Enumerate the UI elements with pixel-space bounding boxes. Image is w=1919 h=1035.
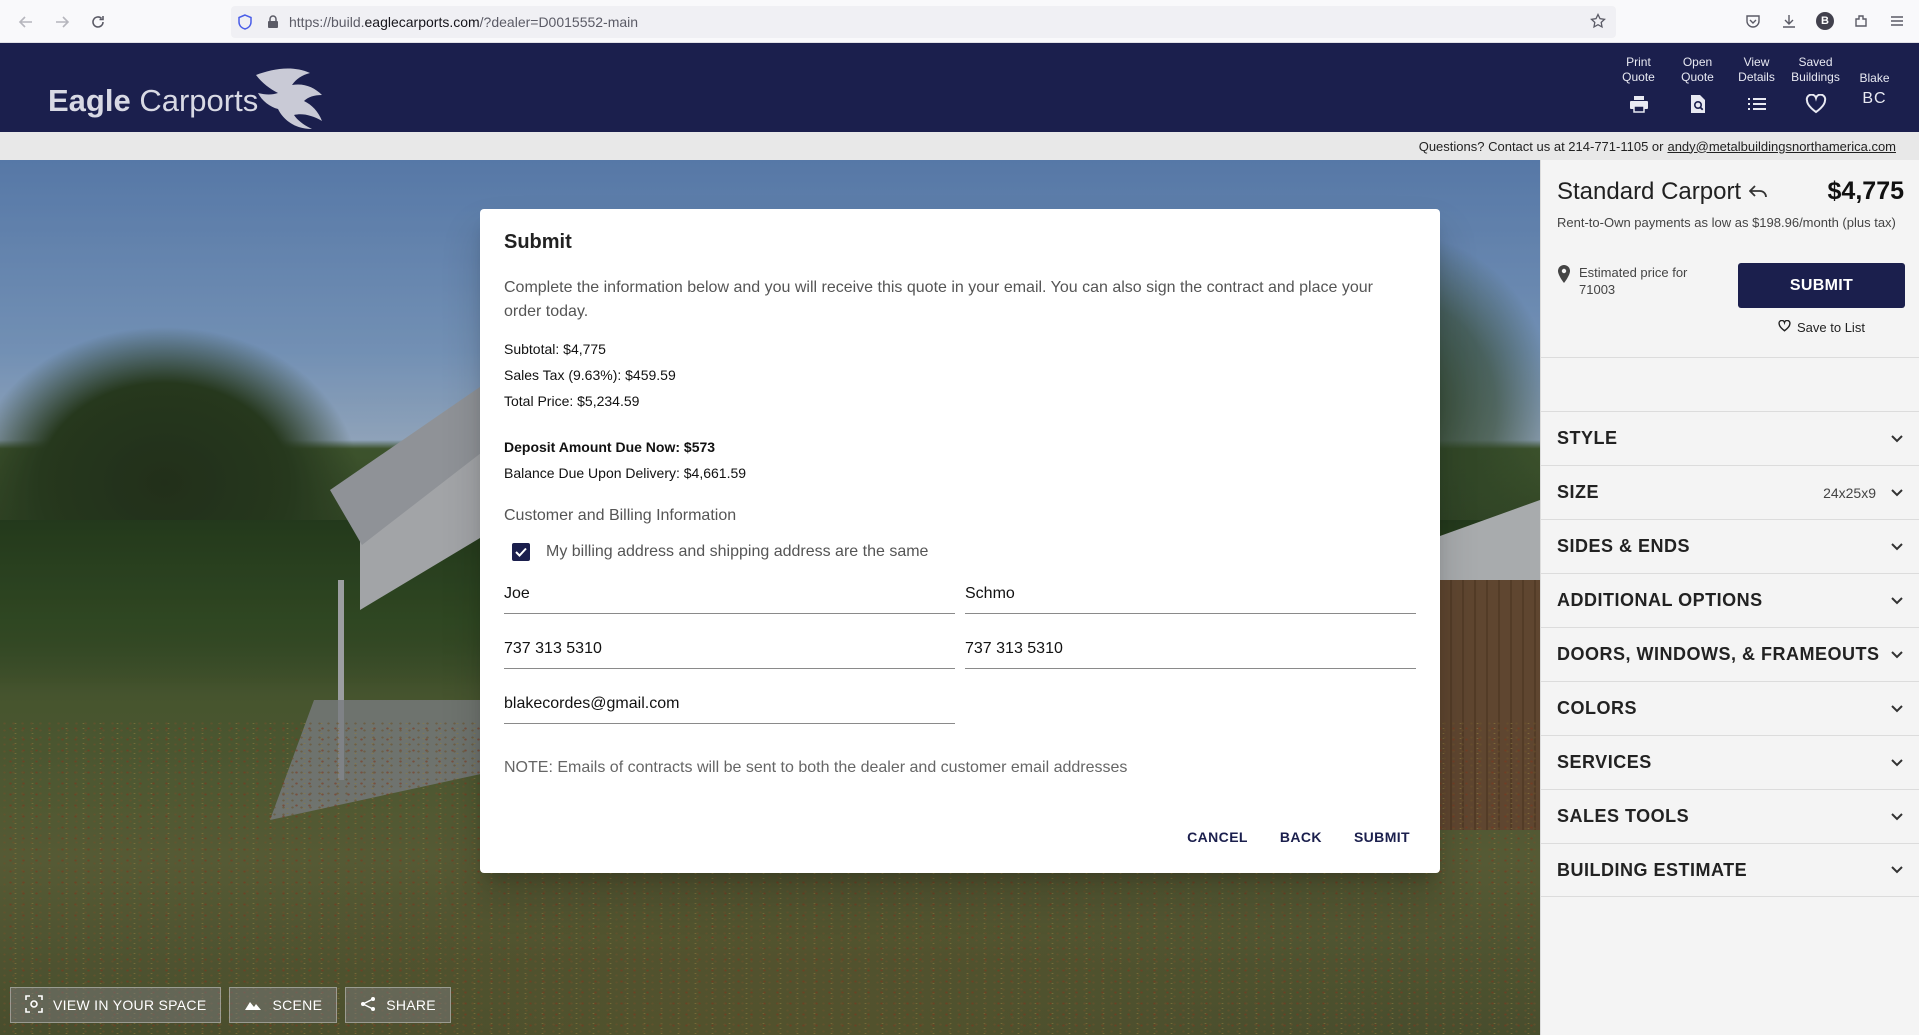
deposit-line: Deposit Amount Due Now: $573 [504,439,716,455]
view-in-your-space-button[interactable]: VIEW IN YOUR SPACE [10,987,222,1023]
sales-tax-line: Sales Tax (9.63%): $459.59 [504,367,676,383]
url-bar[interactable]: https://build.eaglecarports.com/?dealer=… [231,6,1616,38]
view-details-button[interactable]: View Details [1734,54,1779,116]
open-document-icon [1689,92,1707,116]
landscape-icon [244,997,262,1014]
chevron-down-icon [1890,704,1904,713]
bookmark-star-icon[interactable] [1590,12,1606,34]
section-services[interactable]: SERVICES [1541,735,1919,789]
eagle-carports-logo[interactable]: Eagle Carports [48,68,334,133]
billing-section-label: Customer and Billing Information [504,507,737,524]
chevron-down-icon [1890,542,1904,551]
balance-line: Balance Due Upon Delivery: $4,661.59 [504,465,747,481]
shield-icon[interactable] [231,14,259,30]
dialog-intro: Complete the information below and you w… [504,279,1373,320]
rent-to-own-text: Rent-to-Own payments as low as $198.96/m… [1557,215,1896,230]
download-icon[interactable] [1777,8,1801,34]
chevron-down-icon [1890,434,1904,443]
first-name-field[interactable]: Joe [504,585,955,614]
share-icon [360,996,376,1015]
section-size[interactable]: SIZE 24x25x9 [1541,465,1919,519]
heart-outline-icon [1778,319,1791,335]
total-price-line: Total Price: $5,234.59 [504,393,640,409]
email-note: NOTE: Emails of contracts will be sent t… [504,759,1128,776]
product-price: $4,775 [1827,177,1904,205]
pocket-icon[interactable] [1741,8,1765,34]
same-address-label: My billing address and shipping address … [546,543,929,560]
share-button[interactable]: SHARE [345,987,451,1023]
configurator-panel: Standard Carport $4,775 Rent-to-Own paym… [1540,160,1919,1035]
section-additional-options[interactable]: ADDITIONAL OPTIONS [1541,573,1919,627]
dialog-submit-button[interactable]: SUBMIT [1348,825,1416,849]
subtotal-line: Subtotal: $4,775 [504,341,606,357]
same-address-checkbox-row[interactable]: My billing address and shipping address … [512,543,1416,561]
cancel-button[interactable]: CANCEL [1181,825,1254,849]
chevron-down-icon [1890,596,1904,605]
undo-icon[interactable] [1748,178,1769,206]
url-text: https://build.eaglecarports.com/?dealer=… [289,14,639,30]
eagle-logo-icon [256,68,323,129]
chevron-down-icon [1890,650,1904,659]
product-title: Standard Carport [1557,178,1769,206]
back-arrow-icon[interactable] [8,4,44,40]
user-menu[interactable]: Blake BC [1852,54,1897,116]
contact-strip: Questions? Contact us at 214-771-1105 or… [0,132,1919,160]
contact-email-link[interactable]: andy@metalbuildingsnorthamerica.com [1667,139,1896,154]
section-building-estimate[interactable]: BUILDING ESTIMATE [1541,843,1919,897]
price-summary: Subtotal: $4,775 Sales Tax (9.63%): $459… [504,336,1416,414]
section-style[interactable]: STYLE [1541,411,1919,465]
scene-button[interactable]: SCENE [229,987,338,1023]
reload-icon[interactable] [80,4,116,40]
browser-toolbar: https://build.eaglecarports.com/?dealer=… [0,0,1919,43]
dialog-title: Submit [504,231,572,253]
size-value: 24x25x9 [1823,484,1876,501]
panel-submit-button[interactable]: SUBMIT [1738,263,1905,308]
heart-icon [1805,92,1827,116]
chevron-down-icon [1890,758,1904,767]
deposit-summary: Deposit Amount Due Now: $573 Balance Due… [504,434,1416,486]
list-icon [1747,92,1767,116]
email-field[interactable]: blakecordes@gmail.com [504,695,955,724]
chevron-down-icon [1890,866,1904,874]
section-sides-ends[interactable]: SIDES & ENDS [1541,519,1919,573]
last-name-field[interactable]: Schmo [965,585,1416,614]
saved-buildings-button[interactable]: Saved Buildings [1791,54,1840,116]
printer-icon [1629,92,1649,116]
menu-icon[interactable] [1885,8,1909,34]
options-accordion: STYLE SIZE 24x25x9 SIDES & ENDS ADDITION… [1541,411,1919,897]
lock-icon[interactable] [259,15,287,29]
ar-view-icon [25,994,43,1016]
chevron-down-icon [1890,488,1904,497]
extensions-icon[interactable] [1849,8,1873,34]
panel-divider [1541,357,1919,358]
section-sales-tools[interactable]: SALES TOOLS [1541,789,1919,843]
profile-avatar[interactable]: B [1813,8,1837,34]
section-doors-windows-frameouts[interactable]: DOORS, WINDOWS, & FRAMEOUTS [1541,627,1919,681]
estimated-price-location: Estimated price for 71003 [1557,264,1732,298]
open-quote-button[interactable]: Open Quote [1675,54,1720,116]
chevron-down-icon [1890,812,1904,821]
forward-arrow-icon[interactable] [44,4,80,40]
secondary-phone-field[interactable]: 737 313 5310 [965,640,1416,669]
submit-dialog: Submit Complete the information below an… [480,209,1440,873]
user-initials: BC [1862,90,1887,107]
section-colors[interactable]: COLORS [1541,681,1919,735]
same-address-checkbox[interactable] [512,543,530,561]
save-to-list-button[interactable]: Save to List [1778,319,1865,335]
contact-text: Questions? Contact us at 214-771-1105 or [1418,138,1664,154]
phone-field[interactable]: 737 313 5310 [504,640,955,669]
location-pin-icon [1557,264,1571,298]
back-button[interactable]: BACK [1274,825,1328,849]
print-quote-button[interactable]: Print Quote [1616,54,1661,116]
app-header: Eagle Carports Print Quote Open Quote View… [0,43,1919,132]
